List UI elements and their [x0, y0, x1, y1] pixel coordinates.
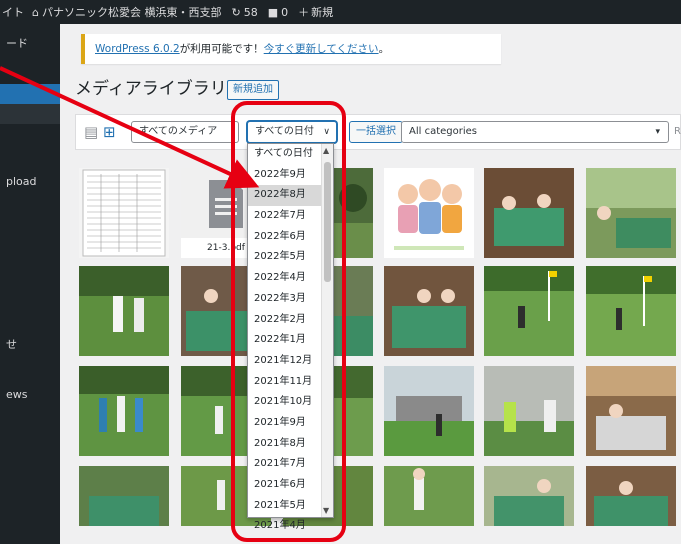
media-thumbnail[interactable] [384, 466, 474, 526]
date-filter-value: すべての日付 [255, 126, 314, 137]
media-thumbnail[interactable] [586, 266, 676, 356]
scroll-down-arrow-icon[interactable]: ▼ [323, 506, 329, 515]
photo-thumbnail [586, 466, 676, 526]
media-thumbnail[interactable] [384, 366, 474, 456]
sidebar-item-dashboard[interactable]: ード [0, 34, 60, 54]
notice-text: が利用可能です！ [179, 43, 264, 55]
media-thumbnail[interactable] [384, 168, 474, 258]
page-title: メディアライブラリ [75, 79, 227, 99]
admin-bar: イト ⌂ パナソニック松愛会 横浜東・西支部 ↻ 58 ■ 0 ＋ 新規 [0, 0, 681, 24]
grid-view-icon[interactable]: ⊞ [103, 124, 119, 140]
scroll-up-arrow-icon[interactable]: ▲ [323, 146, 329, 155]
media-thumbnail[interactable] [384, 266, 474, 356]
photo-thumbnail [484, 466, 574, 526]
photo-thumbnail [586, 168, 676, 258]
media-type-filter[interactable]: すべてのメディア [131, 121, 239, 143]
list-view-icon[interactable]: ▤ [84, 124, 100, 140]
category-filter[interactable]: All categories ▾ [401, 121, 669, 143]
media-thumbnail[interactable] [586, 168, 676, 258]
photo-thumbnail [586, 366, 676, 456]
chevron-down-icon: ▾ [655, 127, 660, 137]
new-icon[interactable]: ＋ [298, 4, 309, 20]
photo-thumbnail [384, 366, 474, 456]
category-filter-value: All categories [409, 126, 477, 137]
date-filter-dropdown: すべての日付 2022年9月 2022年8月 2022年7月 2022年6月 2022年5… [247, 143, 334, 531]
update-now-link[interactable]: 今すぐ更新してください [264, 43, 379, 55]
notice-end: 。 [378, 43, 390, 55]
spreadsheet-thumbnail-image [82, 169, 166, 257]
admin-sidebar: ード pload せ ews [0, 24, 60, 544]
media-type-filter-value: すべてのメディア [139, 126, 218, 137]
sidebar-item-se[interactable]: せ [0, 335, 60, 355]
media-thumbnail[interactable] [79, 168, 169, 258]
media-thumbnail[interactable] [484, 366, 574, 456]
photo-thumbnail [384, 266, 474, 356]
sidebar-item-news[interactable]: ews [0, 385, 60, 405]
wordpress-version-link[interactable]: WordPress 6.0.2 [95, 43, 180, 55]
sidebar-item-upload[interactable]: pload [0, 172, 60, 192]
scrollbar-thumb[interactable] [324, 162, 331, 282]
media-thumbnail[interactable] [79, 466, 169, 526]
photo-thumbnail [384, 466, 474, 526]
comments-count[interactable]: 0 [281, 6, 288, 19]
media-thumbnail[interactable] [586, 466, 676, 526]
site-name-link[interactable]: パナソニック松愛会 横浜東・西支部 [42, 4, 222, 20]
site-prefix[interactable]: イト [2, 4, 24, 20]
photo-thumbnail [79, 266, 169, 356]
search-field-partial[interactable]: R [674, 126, 681, 137]
photo-thumbnail [586, 266, 676, 356]
photo-thumbnail [484, 266, 574, 356]
photo-thumbnail [79, 366, 169, 456]
update-notice: WordPress 6.0.2が利用可能です！今すぐ更新してください。 [81, 34, 501, 64]
new-link[interactable]: 新規 [311, 4, 333, 20]
chevron-down-icon: ∨ [323, 127, 330, 137]
media-thumbnail[interactable] [484, 466, 574, 526]
photo-thumbnail [484, 168, 574, 258]
media-toolbar: ▤ ⊞ すべてのメディア すべての日付 ∨ 一括選択 All categorie… [75, 114, 681, 150]
media-thumbnail[interactable] [79, 366, 169, 456]
photo-thumbnail [484, 366, 574, 456]
date-option[interactable]: 2021年4月 [248, 516, 333, 537]
sidebar-submenu-library[interactable] [0, 104, 60, 124]
illustration-thumbnail [384, 168, 474, 258]
comments-icon[interactable]: ■ [268, 6, 278, 19]
updates-icon[interactable]: ↻ [231, 6, 240, 19]
sidebar-item-media[interactable] [0, 84, 60, 104]
media-thumbnail[interactable] [484, 168, 574, 258]
updates-count[interactable]: 58 [244, 6, 258, 19]
media-thumbnail[interactable] [586, 366, 676, 456]
add-new-button[interactable]: 新規追加 [227, 80, 279, 100]
home-icon[interactable]: ⌂ [32, 6, 39, 19]
dropdown-scrollbar[interactable]: ▲ ▼ [321, 144, 333, 517]
media-thumbnail[interactable] [484, 266, 574, 356]
bulk-select-button[interactable]: 一括選択 [349, 121, 403, 143]
media-thumbnail[interactable] [79, 266, 169, 356]
date-filter[interactable]: すべての日付 ∨ [247, 121, 337, 143]
photo-thumbnail [79, 466, 169, 526]
